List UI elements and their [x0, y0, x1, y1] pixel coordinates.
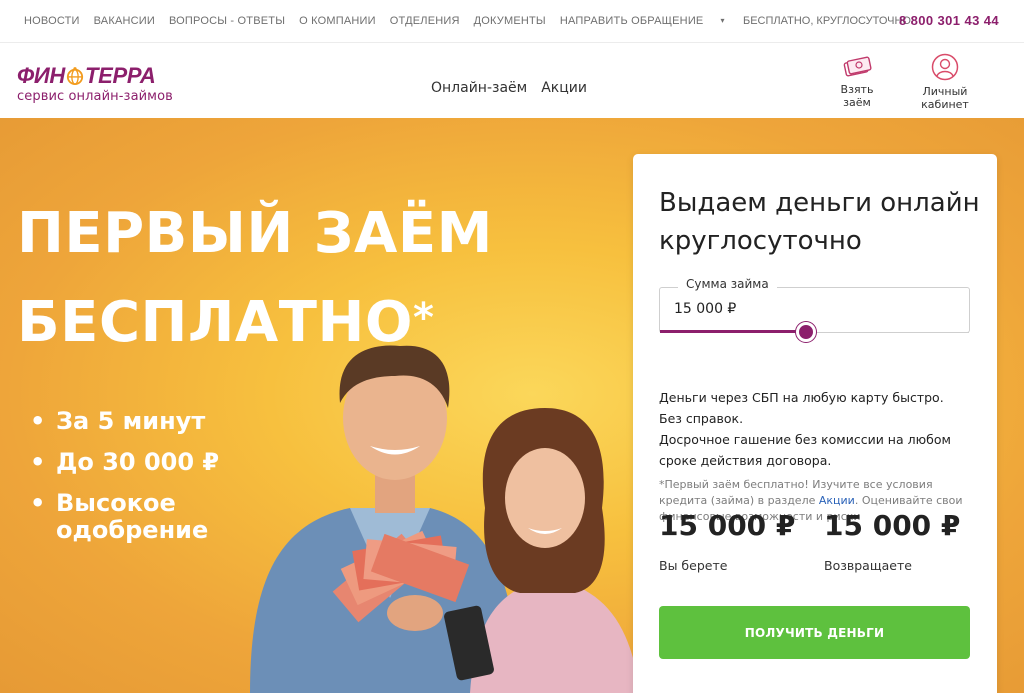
free-hours-text: БЕСПЛАТНО, КРУГЛОСУТОЧНО — [743, 15, 911, 27]
logo-word-right: ТЕРРА — [85, 63, 156, 88]
loan-amount-label: Сумма займа — [678, 277, 777, 291]
top-nav-offices[interactable]: ОТДЕЛЕНИЯ — [390, 15, 460, 27]
take-amount-label: Вы берете — [659, 558, 728, 573]
top-nav-appeal[interactable]: НАПРАВИТЬ ОБРАЩЕНИЕ ▾ — [560, 15, 739, 27]
logo-word-left: ФИН — [17, 63, 65, 88]
globe-icon — [66, 67, 84, 85]
personal-cabinet-link[interactable]: Личный кабинет — [899, 53, 991, 111]
top-utility-bar: НОВОСТИ ВАКАНСИИ ВОПРОСЫ - ОТВЕТЫ О КОМП… — [0, 0, 1024, 43]
top-nav-about[interactable]: О КОМПАНИИ — [299, 15, 376, 27]
loan-amount-field[interactable]: Сумма займа 15 000 ₽ — [659, 277, 970, 342]
bullet-dot-icon: • — [30, 407, 46, 435]
bullet-dot-icon: • — [30, 489, 46, 517]
top-nav-appeal-label: НАПРАВИТЬ ОБРАЩЕНИЕ — [559, 15, 704, 27]
return-amount: 15 000 ₽ — [824, 509, 961, 542]
personal-cabinet-label: Личный кабинет — [921, 85, 969, 111]
hotline-phone[interactable]: 8 800 301 43 44 — [899, 13, 999, 28]
top-nav-vacancies[interactable]: ВАКАНСИИ — [94, 15, 155, 27]
return-amount-label: Возвращаете — [824, 558, 912, 573]
logo-subtitle: сервис онлайн-займов — [17, 89, 173, 104]
top-nav-news[interactable]: НОВОСТИ — [24, 15, 80, 27]
get-money-button[interactable]: ПОЛУЧИТЬ ДЕНЬГИ — [659, 606, 970, 659]
amount-slider-track-fill[interactable] — [660, 330, 806, 333]
loan-amount-value[interactable]: 15 000 ₽ — [674, 301, 736, 317]
top-nav: НОВОСТИ ВАКАНСИИ ВОПРОСЫ - ОТВЕТЫ О КОМП… — [24, 15, 753, 27]
loan-form-card: Выдаем деньги онлайн круглосуточно Сумма… — [633, 154, 997, 693]
top-nav-faq[interactable]: ВОПРОСЫ - ОТВЕТЫ — [169, 15, 285, 27]
info-line-sbp: Деньги через СБП на любую карту быстро. … — [659, 390, 944, 426]
chevron-down-icon: ▾ — [720, 16, 725, 25]
amount-slider-handle[interactable] — [796, 322, 816, 342]
bullet-dot-icon: • — [30, 448, 46, 476]
loan-info-text: Деньги через СБП на любую карту быстро. … — [659, 387, 959, 471]
hero-couple-image — [250, 345, 640, 693]
take-loan-label: Взять заём — [840, 83, 874, 109]
nav-promotions[interactable]: Акции — [541, 80, 587, 96]
logo[interactable]: ФИН ТЕРРА сервис онлайн-займов — [17, 64, 187, 114]
main-header: ФИН ТЕРРА сервис онлайн-займов Онлайн-за… — [0, 43, 1024, 118]
hero-banner: ПЕРВЫЙ ЗАЁМ БЕСПЛАТНО* • За 5 минут • До 3… — [0, 118, 1024, 693]
user-icon — [931, 53, 959, 81]
form-title: Выдаем деньги онлайн круглосуточно — [659, 188, 980, 256]
top-nav-documents[interactable]: ДОКУМЕНТЫ — [474, 15, 546, 27]
info-line-early-repayment: Досрочное гашение без комиссии на любом … — [659, 432, 951, 468]
logo-wordmark: ФИН ТЕРРА — [17, 64, 187, 88]
main-nav: Онлайн-заём Акции — [431, 80, 601, 96]
money-icon — [843, 56, 872, 77]
take-amount: 15 000 ₽ — [659, 509, 796, 542]
amount-slider-track[interactable] — [804, 332, 969, 333]
take-loan-link[interactable]: Взять заём — [826, 53, 888, 109]
promotions-link[interactable]: Акции — [819, 494, 855, 507]
nav-online-loan[interactable]: Онлайн-заём — [431, 80, 527, 96]
